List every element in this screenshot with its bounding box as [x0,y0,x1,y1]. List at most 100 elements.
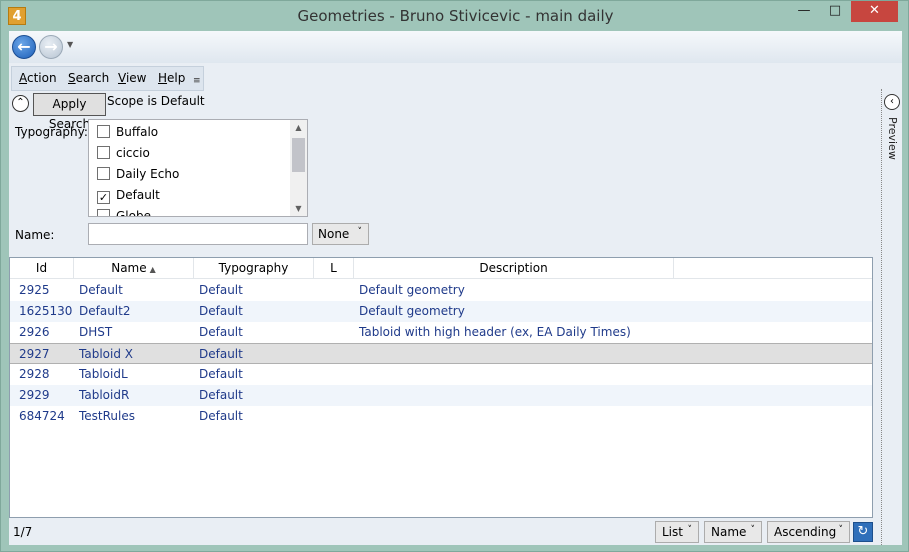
cell-id: 1625130 [19,304,73,318]
table-row-selected[interactable]: 2927 Tabloid X Default [10,343,872,364]
checkbox[interactable] [97,167,110,180]
table-row[interactable]: 2928 TabloidL Default [10,364,872,385]
sort-order-value: Ascending [774,525,837,539]
menu-help-accesskey: H [158,71,168,85]
close-button[interactable]: ✕ [851,1,898,22]
menu-search-accesskey: S [68,71,76,85]
cell-typography: Default [199,325,243,339]
cell-id: 2925 [19,283,50,297]
cell-typography: Default [199,283,243,297]
cell-id: 2928 [19,367,50,381]
chevron-down-icon: ˅ [687,525,693,535]
column-header-description[interactable]: Description [354,258,674,279]
title-bar: 4 Geometries - Bruno Stivicevic - main d… [1,1,909,31]
typography-option-label: Buffalo [116,125,159,139]
table-row[interactable]: 2926 DHST Default Tabloid with high head… [10,322,872,343]
menu-action[interactable]: Action [19,71,57,85]
scroll-up-icon[interactable]: ▲ [290,123,307,132]
typography-option[interactable]: Buffalo [97,122,158,142]
menu-search[interactable]: Search [68,71,109,85]
collapse-search-icon[interactable]: ⌃ [12,95,29,112]
menu-overflow-icon[interactable]: ≡ [193,76,201,86]
window-title: Geometries - Bruno Stivicevic - main dai… [297,7,614,25]
checkbox[interactable] [97,146,110,159]
main-content: ← → ▼ Action Search View Help ≡ ⌃ Apply … [9,31,902,545]
column-header-name[interactable]: Name ▲ [74,258,194,279]
typography-label: Typography: [15,125,88,139]
cell-id: 2926 [19,325,50,339]
table-row[interactable]: 2925 Default Default Default geometry [10,280,872,301]
typography-option[interactable]: ✓ Default [97,185,160,205]
cell-typography: Default [199,388,243,402]
cell-typography: Default [199,409,243,423]
cell-name: TestRules [79,409,136,423]
view-mode-dropdown[interactable]: List ˅ [655,521,699,543]
cell-typography: Default [199,367,243,381]
typography-option-label: Default [116,188,160,202]
cell-typography: Default [199,347,243,361]
column-header-typography[interactable]: Typography [194,258,314,279]
refresh-icon[interactable]: ↻ [853,522,873,542]
typography-option[interactable]: ciccio [97,143,150,163]
column-header-id[interactable]: Id [10,258,74,279]
app-window: 4 Geometries - Bruno Stivicevic - main d… [0,0,909,552]
forward-arrow-icon[interactable]: → [39,35,63,59]
menu-view-label: iew [125,71,147,85]
cell-name: TabloidR [79,388,130,402]
back-arrow-icon[interactable]: ← [12,35,36,59]
chevron-down-icon: ˅ [357,227,363,237]
grid-header: Id Name ▲ Typography L Description [10,258,872,279]
scroll-thumb[interactable] [292,138,305,172]
checkbox-checked[interactable]: ✓ [97,191,110,204]
maximize-button[interactable]: □ [822,1,848,22]
typography-option-label: ciccio [116,146,150,160]
cell-description: Default geometry [359,283,465,297]
typography-checklist[interactable]: Buffalo ciccio Daily Echo ✓ Default Globe… [88,119,308,217]
preview-panel: ‹ Preview [881,89,902,545]
table-row[interactable]: 2929 TabloidR Default [10,385,872,406]
name-input[interactable] [88,223,308,245]
status-bar: 1/7 List ˅ Name ˅ Ascending ˅ ↻ [9,519,902,545]
cell-id: 684724 [19,409,65,423]
typography-option-label: Globe [116,209,151,217]
history-dropdown-icon[interactable]: ▼ [67,40,73,49]
table-row[interactable]: 1625130 Default2 Default Default geometr… [10,301,872,322]
preview-label[interactable]: Preview [882,117,902,177]
cell-description: Tabloid with high header (ex, EA Daily T… [359,325,631,339]
view-mode-value: List [662,525,683,539]
result-count: 1/7 [13,525,33,539]
cell-name: Default2 [79,304,131,318]
checkbox[interactable] [97,125,110,138]
typography-option[interactable]: Globe [97,206,151,217]
checkbox[interactable] [97,209,110,216]
name-mode-dropdown[interactable]: None ˅ [312,223,369,245]
apply-search-button[interactable]: Apply Search [33,93,106,131]
typography-option[interactable]: Daily Echo [97,164,179,184]
menu-help[interactable]: Help [158,71,185,85]
menu-view[interactable]: View [118,71,146,85]
cell-name: Default [79,283,123,297]
cell-name: DHST [79,325,113,339]
cell-name: Tabloid X [79,347,133,361]
checklist-scrollbar[interactable]: ▲ ▼ [290,120,307,216]
expand-preview-icon[interactable]: ‹ [884,94,900,110]
name-label: Name: [15,228,55,242]
menu-action-accesskey: A [19,71,27,85]
sort-order-dropdown[interactable]: Ascending ˅ [767,521,850,543]
results-grid: Id Name ▲ Typography L Description 2925 D… [9,257,873,518]
sort-ascending-icon: ▲ [149,265,156,274]
typography-option-label: Daily Echo [116,167,180,181]
cell-id: 2929 [19,388,50,402]
cell-id: 2927 [19,347,50,361]
column-header-l[interactable]: L [314,258,354,279]
cell-name: TabloidL [79,367,128,381]
menu-help-label: elp [167,71,186,85]
menu-bar: Action Search View Help ≡ [11,66,204,91]
chevron-down-icon: ˅ [750,525,756,535]
table-row[interactable]: 684724 TestRules Default [10,406,872,427]
cell-typography: Default [199,304,243,318]
minimize-button[interactable]: — [791,1,817,22]
chevron-down-icon: ˅ [838,525,844,535]
sort-field-dropdown[interactable]: Name ˅ [704,521,762,543]
scroll-down-icon[interactable]: ▼ [290,204,307,213]
